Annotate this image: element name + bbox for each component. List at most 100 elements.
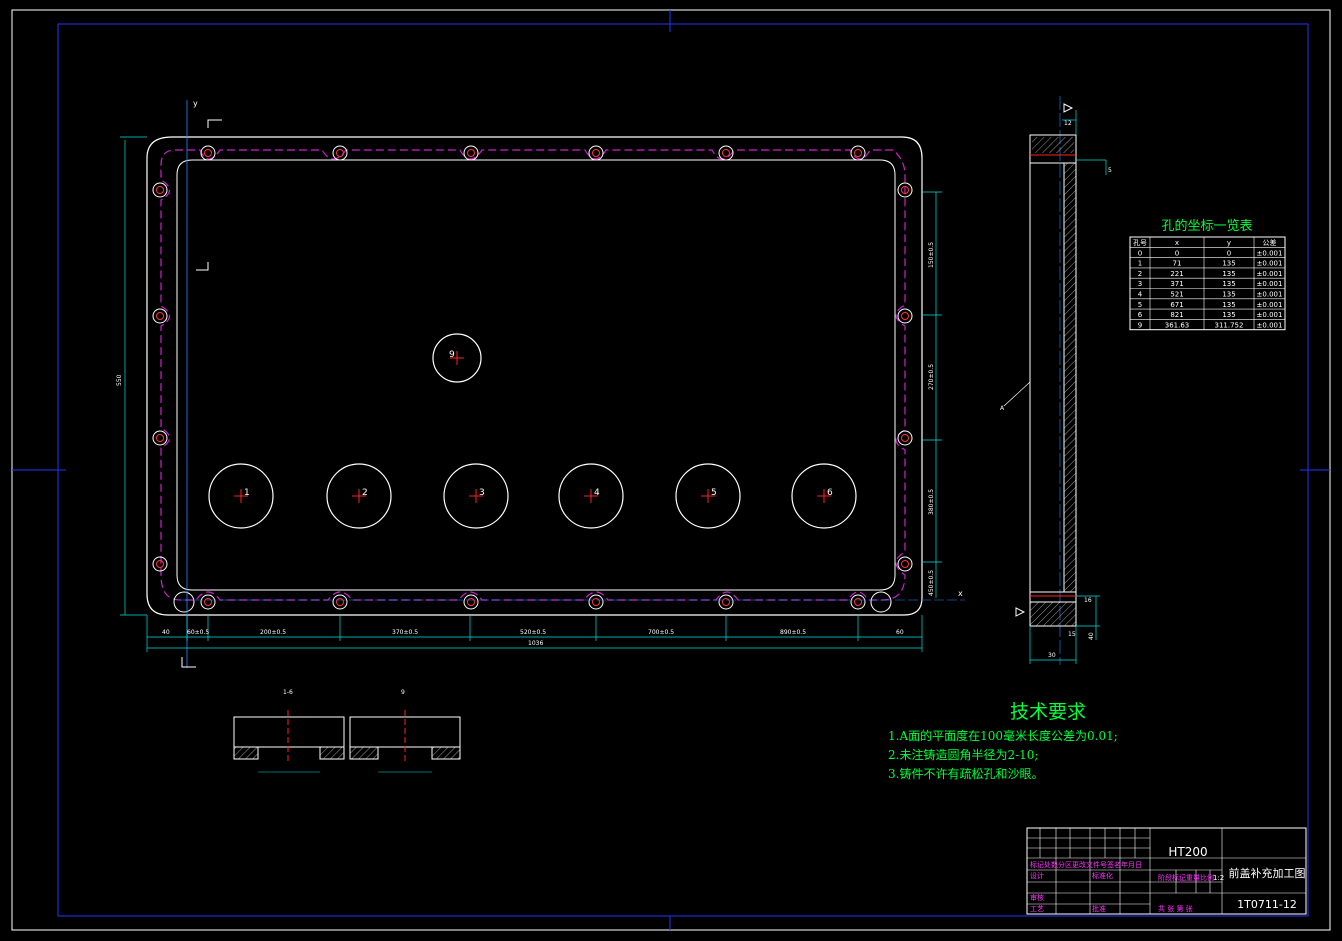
axis-y-label: y	[193, 99, 198, 108]
large-hole-3[interactable]: 3	[443, 463, 509, 529]
hole-table-cell: 135	[1222, 280, 1235, 288]
large-holes: 1 2 3 4 5 6	[208, 463, 857, 529]
boss-dashed-outline	[160, 149, 906, 601]
locating-hole	[870, 591, 892, 613]
bolt-hole	[897, 308, 913, 324]
corner-mark-bottom	[181, 657, 196, 668]
svg-text:16: 16	[1084, 597, 1092, 604]
detail-left-label: 1-6	[283, 689, 293, 696]
svg-text:5: 5	[1108, 167, 1112, 174]
hole-table-cell: ±0.001	[1257, 280, 1283, 288]
hole-table-cell: 135	[1222, 270, 1235, 278]
bolt-hole	[200, 145, 216, 161]
svg-text:520±0.5: 520±0.5	[520, 629, 546, 636]
svg-text:40: 40	[1088, 632, 1095, 640]
large-hole-4[interactable]: 4	[558, 463, 624, 529]
bolt-hole	[332, 145, 348, 161]
hole-table-cell: 361.63	[1165, 321, 1190, 329]
hole-table-cell: 4	[1138, 291, 1143, 299]
detail-left-body	[233, 716, 345, 748]
right-dimension-texts: 150±0.5 270±0.5 380±0.5 450±0.5	[928, 242, 935, 596]
hole-table-cell: 1	[1138, 260, 1142, 268]
bolt-hole	[588, 594, 604, 610]
hole-table-header: 公差	[1263, 238, 1277, 247]
cad-drawing-canvas[interactable]: 123456 9 y x 40 60±0.5 200±0.5 370±0.5 5…	[0, 0, 1342, 941]
hole-table-cell: 135	[1222, 260, 1235, 268]
hole-table-cell: 221	[1170, 270, 1183, 278]
svg-text:60: 60	[896, 629, 904, 636]
large-hole-label: 2	[362, 488, 368, 498]
large-hole-label: 1	[244, 488, 250, 498]
hole-table-cell: 71	[1173, 260, 1182, 268]
svg-text:200±0.5: 200±0.5	[260, 629, 286, 636]
hole-table-cell: 0	[1175, 249, 1179, 257]
svg-text:15: 15	[1068, 631, 1076, 638]
designer-label: 设计	[1030, 871, 1044, 880]
hole-table-cell: ±0.001	[1257, 249, 1283, 257]
bolt-holes	[152, 145, 913, 613]
detail-views[interactable]: 1-6 9	[233, 689, 461, 773]
svg-text:380±0.5: 380±0.5	[928, 489, 935, 515]
svg-text:150±0.5: 150±0.5	[928, 242, 935, 268]
hole-table-cell: 2	[1138, 270, 1142, 278]
plan-view[interactable]: 1 2 3 4 5 6 9 y x 40 60±0.5 200±0.5 370±0.5 5…	[116, 99, 965, 668]
hole-table-cell: 671	[1170, 301, 1183, 309]
hole-table-cell: 0	[1138, 249, 1142, 257]
large-hole-label: 4	[594, 488, 600, 498]
bolt-hole	[718, 594, 734, 610]
svg-text:700±0.5: 700±0.5	[648, 629, 674, 636]
hole-table-cell: 521	[1170, 291, 1183, 299]
roughness-symbol-top	[1063, 103, 1074, 113]
bolt-hole	[718, 145, 734, 161]
tech-req-item-1: 1.A面的平面度在100毫米长度公差为0.01;	[888, 728, 1118, 743]
svg-text:60±0.5: 60±0.5	[187, 629, 209, 636]
hole-table-cell: ±0.001	[1257, 260, 1283, 268]
large-hole-6[interactable]: 6	[791, 463, 857, 529]
hole-table-cell: ±0.001	[1257, 301, 1283, 309]
reviewer-label: 审核	[1030, 893, 1044, 902]
axis-x-label: x	[958, 589, 963, 598]
hole-9[interactable]: 9	[432, 333, 482, 383]
inner-outline	[176, 159, 896, 591]
sheets-label: 共 张 第 张	[1158, 904, 1193, 913]
svg-text:30: 30	[1048, 652, 1056, 659]
hole-9-label: 9	[449, 350, 455, 360]
bolt-hole	[463, 145, 479, 161]
hole-table-cell: 6	[1138, 311, 1143, 319]
svg-text:12: 12	[1064, 120, 1072, 127]
hole-table-header: x	[1175, 239, 1179, 247]
hole-table-cell: 135	[1222, 301, 1235, 309]
hole-table-cell: ±0.001	[1257, 311, 1283, 319]
hole-table-cell: 311.752	[1215, 321, 1244, 329]
hole-table-header: 孔号	[1133, 239, 1147, 247]
drawing-frame	[11, 9, 1331, 931]
revision-header: 标记处数分区更改文件号签名年月日	[1030, 860, 1142, 869]
stage-header: 阶段标记重量比例	[1158, 873, 1214, 882]
section-dimension-texts: 12 30 15 40 16 5	[1048, 120, 1112, 659]
large-hole-1[interactable]: 1	[208, 463, 274, 529]
hole-table-cell: 9	[1138, 321, 1142, 329]
svg-text:270±0.5: 270±0.5	[928, 364, 935, 390]
hole-table-cell: ±0.001	[1257, 270, 1283, 278]
tech-req-title: 技术要求	[1010, 701, 1086, 723]
large-hole-label: 3	[479, 488, 485, 498]
bolt-hole	[200, 594, 216, 610]
large-hole-2[interactable]: 2	[326, 463, 392, 529]
approve-label: 批准	[1092, 904, 1106, 913]
large-hole-5[interactable]: 5	[675, 463, 741, 529]
drawing-number-text: 1T0711-12	[1237, 898, 1297, 911]
section-body	[1029, 162, 1065, 593]
bolt-hole	[152, 308, 168, 324]
hole-table-header: y	[1227, 239, 1231, 247]
section-view[interactable]: A 12 30 15 40 16 5	[1000, 96, 1112, 665]
hole-table-cell: 821	[1170, 311, 1183, 319]
svg-text:40: 40	[162, 629, 170, 636]
svg-text:370±0.5: 370±0.5	[392, 629, 418, 636]
overall-height-dim: 550	[116, 374, 123, 386]
svg-text:450±0.5: 450±0.5	[928, 570, 935, 596]
tech-requirements: 技术要求 1.A面的平面度在100毫米长度公差为0.01; 2.未注铸造圆角半径…	[888, 701, 1118, 781]
section-bottom-hatch	[1029, 601, 1077, 627]
large-hole-label: 5	[711, 488, 717, 498]
bottom-dimension-texts: 40 60±0.5 200±0.5 370±0.5 520±0.5 700±0.…	[162, 629, 904, 647]
bolt-hole	[897, 556, 913, 572]
